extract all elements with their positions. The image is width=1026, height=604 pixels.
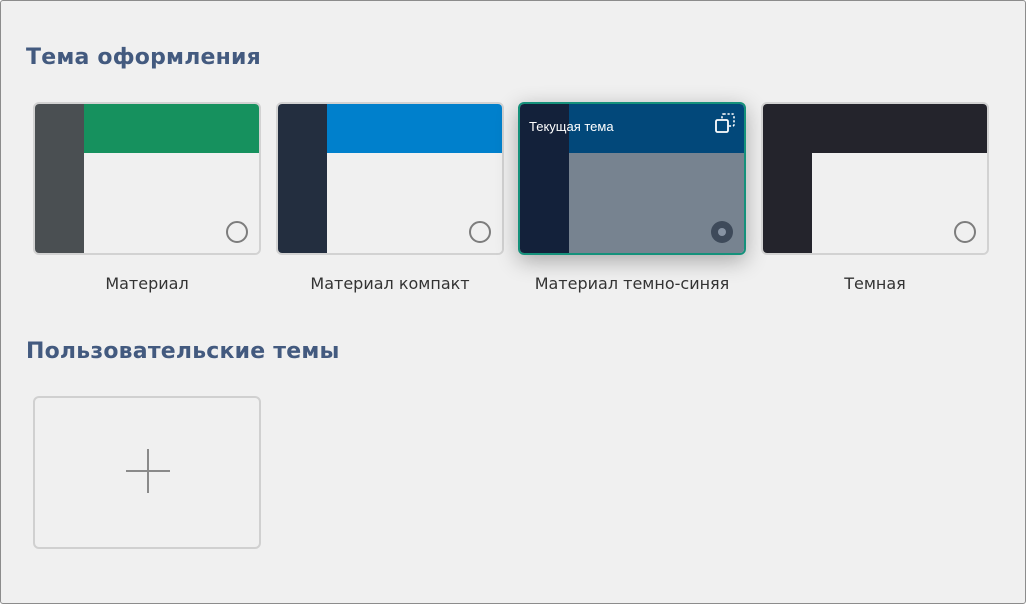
theme-name-material-compact: Материал компакт [310, 274, 470, 293]
theme-name-material: Материал [105, 274, 189, 293]
theme-preview-sidebar [278, 104, 327, 253]
current-theme-label: Текущая тема [529, 119, 614, 134]
theme-card-material[interactable] [33, 102, 261, 255]
theme-radio-checked[interactable] [711, 221, 733, 243]
theme-radio[interactable] [226, 221, 248, 243]
themes-section-title: Тема оформления [26, 45, 261, 70]
theme-radio[interactable] [954, 221, 976, 243]
theme-preview-sidebar [763, 104, 812, 253]
theme-name-material-dark-blue: Материал темно-синяя [534, 274, 730, 293]
copy-icon[interactable] [714, 112, 736, 134]
add-custom-theme-button[interactable] [33, 396, 261, 549]
theme-card-dark[interactable] [761, 102, 989, 255]
theme-preview-header [84, 104, 259, 153]
theme-preview-sidebar [35, 104, 84, 253]
theme-settings-panel: Тема оформления Материал Материал компак… [0, 0, 1026, 604]
theme-card-material-compact[interactable] [276, 102, 504, 255]
theme-preview-header [327, 104, 502, 153]
theme-card-material-dark-blue[interactable]: Текущая тема [518, 102, 746, 255]
plus-icon [126, 449, 170, 493]
theme-radio[interactable] [469, 221, 491, 243]
theme-name-dark: Темная [844, 274, 906, 293]
theme-preview-header [812, 104, 987, 153]
custom-themes-section-title: Пользовательские темы [26, 339, 340, 364]
